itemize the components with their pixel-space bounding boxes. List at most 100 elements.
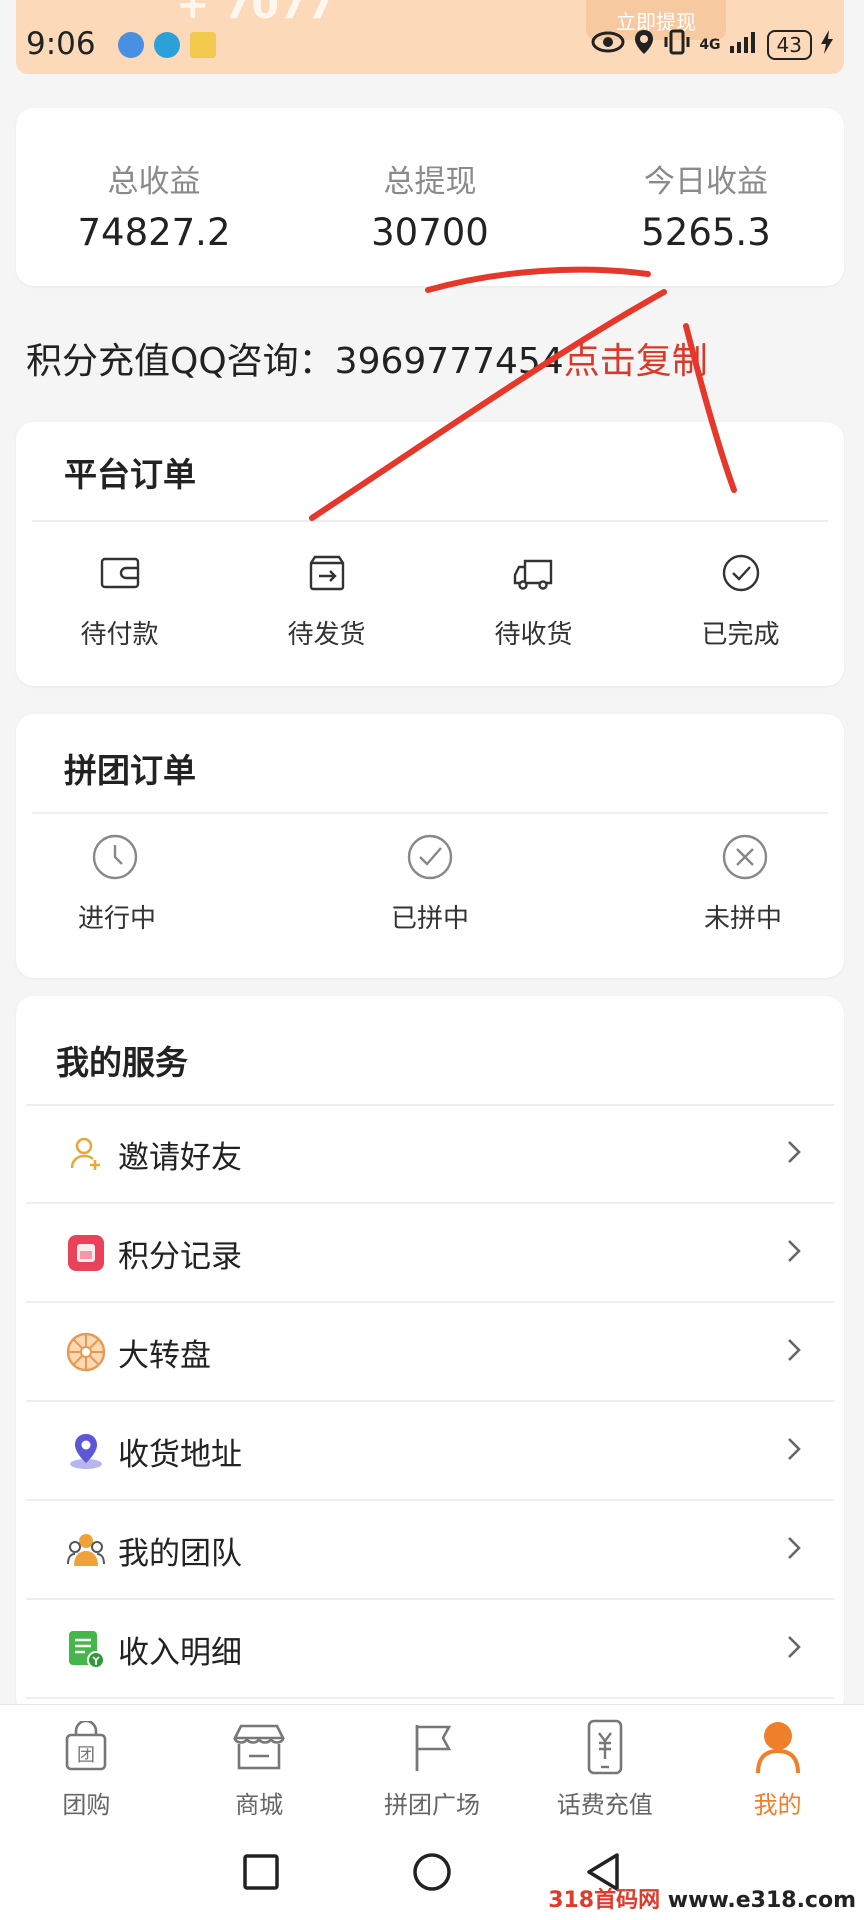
stat-value: 30700 bbox=[371, 211, 489, 254]
points-record-icon bbox=[58, 1234, 114, 1272]
bottom-nav: 团 团购 商城 拼团广场 话费充值 我的 bbox=[0, 1704, 864, 1828]
nav-label: 团购 bbox=[62, 1791, 111, 1819]
status-time: 9:06 bbox=[26, 26, 96, 62]
taxi-app-icon bbox=[190, 32, 216, 58]
profile-icon bbox=[752, 1719, 804, 1779]
services-title: 我的服务 bbox=[56, 1043, 188, 1082]
service-points-record[interactable]: 积分记录 bbox=[26, 1205, 834, 1303]
group-orders-card: 拼团订单 进行中 已拼中 未拼中 bbox=[16, 714, 844, 978]
service-income-detail[interactable]: 收入明细 bbox=[26, 1601, 834, 1699]
nav-store[interactable]: 商城 bbox=[173, 1705, 346, 1828]
income-detail-icon bbox=[58, 1629, 114, 1669]
stat-label: 总提现 bbox=[383, 164, 477, 200]
group-order-lost[interactable]: 未拼中 bbox=[547, 832, 834, 935]
platform-orders-card: 平台订单 待付款 待发货 待收货 已完成 bbox=[16, 422, 844, 686]
service-lucky-wheel[interactable]: 大转盘 bbox=[26, 1304, 834, 1402]
earnings-summary-card: 总收益 74827.2 总提现 30700 今日收益 5265.3 bbox=[16, 108, 844, 286]
stat-value: 74827.2 bbox=[77, 211, 231, 254]
order-label: 待收货 bbox=[494, 620, 573, 650]
chevron-right-icon bbox=[786, 1139, 802, 1169]
nav-phone-recharge[interactable]: 话费充值 bbox=[518, 1705, 691, 1828]
store-icon bbox=[231, 1722, 287, 1776]
divider bbox=[32, 520, 828, 522]
order-pending-receipt[interactable]: 待收货 bbox=[430, 548, 637, 651]
watermark-brand: 318首码网 bbox=[548, 1888, 661, 1913]
divider bbox=[32, 812, 828, 814]
order-completed[interactable]: 已完成 bbox=[637, 548, 844, 651]
nav-mine[interactable]: 我的 bbox=[691, 1705, 864, 1828]
group-order-in-progress[interactable]: 进行中 bbox=[26, 832, 313, 935]
watermark-url: www.e318.com bbox=[667, 1888, 856, 1913]
wheel-icon bbox=[58, 1332, 114, 1372]
background-amount: + 7077 bbox=[176, 0, 335, 28]
order-label: 已完成 bbox=[701, 620, 780, 650]
group-order-label: 进行中 bbox=[78, 904, 157, 934]
nav-label: 商城 bbox=[235, 1791, 284, 1819]
chevron-right-icon bbox=[786, 1337, 802, 1367]
stat-total-withdrawn: 总提现 30700 bbox=[292, 108, 568, 286]
clock-icon bbox=[90, 832, 140, 886]
nav-label: 拼团广场 bbox=[383, 1791, 480, 1819]
nav-label: 我的 bbox=[753, 1791, 802, 1819]
status-bar: + 7077 立即提现 9:06 4G 43 bbox=[16, 0, 844, 74]
order-pending-payment[interactable]: 待付款 bbox=[16, 548, 223, 651]
order-label: 待发货 bbox=[287, 620, 366, 650]
service-invite-friends[interactable]: 邀请好友 bbox=[26, 1106, 834, 1204]
stat-total-earnings: 总收益 74827.2 bbox=[16, 108, 292, 286]
stat-value: 5265.3 bbox=[641, 211, 771, 254]
group-buy-bag-icon: 团 bbox=[62, 1719, 110, 1777]
wallet-icon bbox=[98, 553, 142, 597]
recents-square-icon[interactable] bbox=[241, 1852, 281, 1896]
svg-text:团: 团 bbox=[77, 1745, 95, 1766]
service-shipping-address[interactable]: 收货地址 bbox=[26, 1403, 834, 1501]
charging-icon bbox=[820, 29, 834, 61]
service-label: 我的团队 bbox=[118, 1535, 242, 1572]
home-circle-icon[interactable] bbox=[411, 1851, 453, 1897]
x-circle-icon bbox=[720, 832, 770, 886]
location-icon bbox=[58, 1431, 114, 1471]
nav-group-buy[interactable]: 团 团购 bbox=[0, 1705, 173, 1828]
stat-today-earnings: 今日收益 5265.3 bbox=[568, 108, 844, 286]
group-order-won[interactable]: 已拼中 bbox=[313, 832, 548, 935]
system-icons: 4G 43 bbox=[591, 28, 834, 62]
shipping-box-icon bbox=[305, 553, 349, 597]
group-orders-title: 拼团订单 bbox=[64, 751, 196, 790]
chevron-right-icon bbox=[786, 1238, 802, 1268]
check-circle-icon bbox=[405, 832, 455, 886]
watermark: 318首码网 www.e318.com bbox=[548, 1882, 856, 1914]
truck-icon bbox=[511, 553, 557, 597]
service-label: 大转盘 bbox=[118, 1337, 211, 1374]
check-circle-icon bbox=[720, 552, 762, 598]
copy-qq-link[interactable]: 点击复制 bbox=[564, 341, 708, 382]
service-label: 积分记录 bbox=[118, 1238, 242, 1275]
nav-label: 话费充值 bbox=[556, 1791, 653, 1819]
notification-icons bbox=[118, 32, 216, 58]
my-services-card: 我的服务 邀请好友 积分记录 大转盘 收货地址 我的团队 收入明细 bbox=[16, 996, 844, 1716]
music-app-icon bbox=[118, 32, 144, 58]
order-label: 待付款 bbox=[80, 620, 159, 650]
service-label: 收入明细 bbox=[118, 1634, 242, 1671]
qq-contact-text: 积分充值QQ咨询：3969777454 bbox=[26, 341, 564, 382]
group-order-label: 已拼中 bbox=[391, 904, 470, 934]
flag-icon bbox=[409, 1721, 455, 1777]
service-my-team[interactable]: 我的团队 bbox=[26, 1502, 834, 1600]
invite-friend-icon bbox=[58, 1136, 114, 1172]
service-label: 收货地址 bbox=[118, 1436, 242, 1473]
platform-orders-title: 平台订单 bbox=[64, 455, 196, 494]
chevron-right-icon bbox=[786, 1634, 802, 1664]
chevron-right-icon bbox=[786, 1535, 802, 1565]
order-pending-shipment[interactable]: 待发货 bbox=[223, 548, 430, 651]
stat-label: 今日收益 bbox=[644, 164, 768, 200]
chevron-right-icon bbox=[786, 1436, 802, 1466]
vibrate-icon bbox=[663, 28, 691, 62]
browser-app-icon bbox=[154, 32, 180, 58]
platform-orders-row: 待付款 待发货 待收货 已完成 bbox=[16, 548, 844, 651]
signal-icon bbox=[729, 30, 759, 60]
nav-group-square[interactable]: 拼团广场 bbox=[346, 1705, 519, 1828]
team-icon bbox=[58, 1530, 114, 1570]
network-label: 4G bbox=[699, 37, 721, 53]
battery-indicator: 43 bbox=[766, 30, 812, 60]
location-pin-icon bbox=[633, 28, 655, 62]
group-orders-row: 进行中 已拼中 未拼中 bbox=[16, 832, 844, 935]
stat-label: 总收益 bbox=[107, 164, 201, 200]
